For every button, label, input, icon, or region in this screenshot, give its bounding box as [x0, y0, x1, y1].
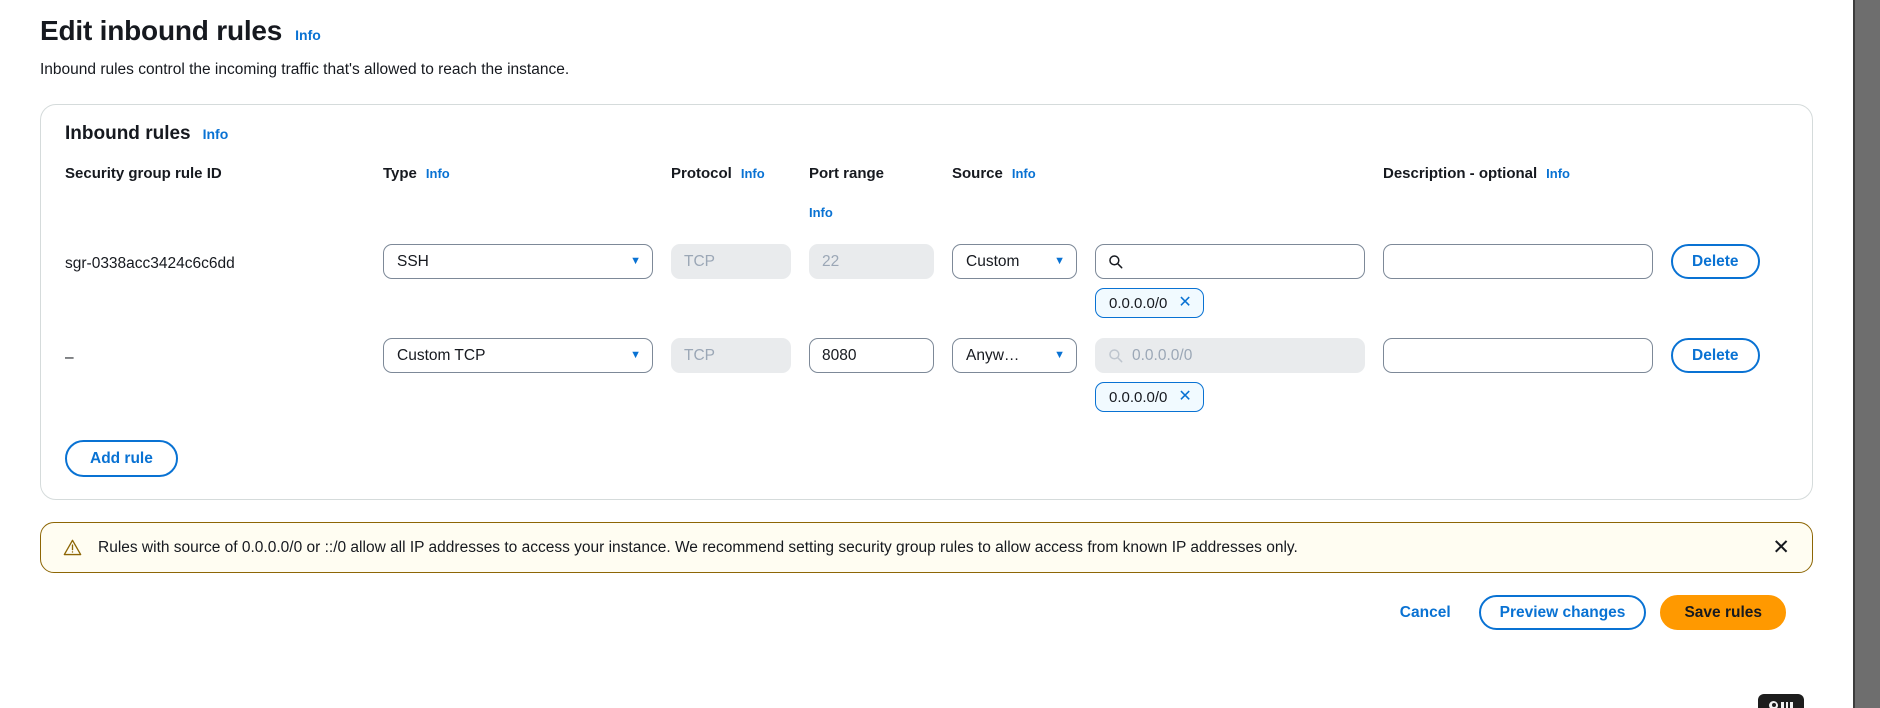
source-info-link[interactable]: Info: [1012, 166, 1036, 181]
rules-table: Security group rule ID Type Info Protoco…: [65, 165, 1788, 412]
table-row-1-source-kind-cell: Custom ▼: [952, 244, 1077, 279]
page-title: Edit inbound rules: [40, 15, 283, 46]
rule-row-spacer: [65, 318, 1788, 338]
record-dot-icon: [1769, 700, 1779, 708]
search-icon: [1109, 255, 1123, 269]
type-info-link[interactable]: Info: [426, 166, 450, 181]
column-header-type: Type Info: [383, 165, 653, 186]
card-title: Inbound rules: [65, 123, 191, 144]
type-select-row-1-value: SSH: [397, 252, 429, 270]
table-row-1-description-cell: [1383, 244, 1653, 279]
table-row-2-rule-id: –: [65, 349, 74, 366]
type-select-row-1[interactable]: SSH ▼: [383, 244, 653, 279]
type-select-row-2[interactable]: Custom TCP ▼: [383, 338, 653, 373]
card-header: Inbound rules Info: [65, 123, 1788, 145]
table-row-1-protocol-cell: TCP: [671, 244, 791, 279]
waveform-icon: [1781, 701, 1793, 708]
footer-actions: Cancel Preview changes Save rules: [0, 595, 1813, 630]
table-row-2-source-kind-cell: Anyw… ▼: [952, 338, 1077, 373]
source-token-row-2[interactable]: 0.0.0.0/0 ✕: [1095, 382, 1204, 412]
column-header-description-label: Description - optional: [1383, 165, 1538, 182]
table-row-1-source-value-cell: 0.0.0.0/0 ✕: [1095, 244, 1365, 318]
warning-triangle-icon: [63, 539, 82, 556]
delete-button-row-2[interactable]: Delete: [1671, 338, 1760, 373]
page-header: Edit inbound rules Info Inbound rules co…: [0, 0, 1853, 80]
port-range-input-row-1: 22: [809, 244, 934, 279]
warning-alert: Rules with source of 0.0.0.0/0 or ::/0 a…: [40, 522, 1813, 573]
description-info-link[interactable]: Info: [1546, 166, 1570, 181]
protocol-info-link[interactable]: Info: [741, 166, 765, 181]
column-header-port-range: Port range Info: [809, 165, 934, 224]
preview-changes-button[interactable]: Preview changes: [1478, 595, 1647, 630]
column-header-source: Source Info: [952, 165, 1077, 186]
column-header-port-range-label: Port range: [809, 165, 885, 182]
source-type-select-row-1[interactable]: Custom ▼: [952, 244, 1077, 279]
page-info-link[interactable]: Info: [295, 27, 321, 43]
page-description: Inbound rules control the incoming traff…: [40, 61, 570, 78]
delete-button-row-1[interactable]: Delete: [1671, 244, 1760, 279]
source-token-row-1[interactable]: 0.0.0.0/0 ✕: [1095, 288, 1204, 318]
column-header-protocol: Protocol Info: [671, 165, 791, 186]
header-row-spacer: [65, 224, 1788, 244]
port-range-input-row-2-value: 8080: [822, 346, 857, 364]
port-range-info-link[interactable]: Info: [809, 205, 934, 220]
table-row-1-port-cell: 22: [809, 244, 934, 279]
port-range-input-row-1-value: 22: [822, 252, 840, 270]
protocol-input-row-2: TCP: [671, 338, 791, 373]
column-header-rule-id-label: Security group rule ID: [65, 165, 222, 182]
column-header-type-label: Type: [383, 165, 417, 182]
remove-token-icon[interactable]: ✕: [1178, 295, 1191, 311]
vertical-scrollbar[interactable]: [1853, 0, 1880, 708]
inbound-rules-card: Inbound rules Info Security group rule I…: [40, 104, 1813, 500]
chevron-down-icon: ▼: [630, 349, 641, 361]
column-header-actions: [1671, 165, 1788, 169]
chevron-down-icon: ▼: [1054, 255, 1065, 267]
search-icon: [1109, 349, 1123, 363]
table-row-2-protocol-cell: TCP: [671, 338, 791, 373]
column-header-source-label: Source: [952, 165, 1003, 182]
type-select-row-2-value: Custom TCP: [397, 346, 486, 364]
add-rule-row: Add rule: [65, 440, 1788, 477]
close-icon[interactable]: ✕: [1770, 537, 1792, 558]
protocol-input-row-2-value: TCP: [684, 346, 715, 364]
source-type-select-row-1-value: Custom: [966, 252, 1020, 270]
column-header-description: Description - optional Info: [1383, 165, 1653, 186]
column-header-protocol-label: Protocol: [671, 165, 732, 182]
source-token-row-2-label: 0.0.0.0/0: [1109, 388, 1168, 406]
table-row-2-description-cell: [1383, 338, 1653, 373]
description-input-row-1[interactable]: [1383, 244, 1653, 279]
source-search-input-row-2: 0.0.0.0/0: [1095, 338, 1365, 373]
port-range-input-row-2[interactable]: 8080: [809, 338, 934, 373]
protocol-input-row-1: TCP: [671, 244, 791, 279]
source-token-row-1-label: 0.0.0.0/0: [1109, 294, 1168, 312]
source-search-input-row-1[interactable]: [1095, 244, 1365, 279]
source-type-select-row-2[interactable]: Anyw… ▼: [952, 338, 1077, 373]
app-root: Edit inbound rules Info Inbound rules co…: [0, 0, 1880, 708]
table-row-1-rule-id: sgr-0338acc3424c6c6dd: [65, 255, 235, 272]
description-input-row-2[interactable]: [1383, 338, 1653, 373]
chevron-down-icon: ▼: [630, 255, 641, 267]
table-row-2-type-cell: Custom TCP ▼: [383, 338, 653, 373]
floating-recorder-widget[interactable]: [1758, 694, 1804, 708]
page-content: Edit inbound rules Info Inbound rules co…: [0, 0, 1853, 630]
remove-token-icon[interactable]: ✕: [1178, 389, 1191, 405]
chevron-down-icon: ▼: [1054, 349, 1065, 361]
save-rules-button[interactable]: Save rules: [1660, 595, 1786, 630]
table-row-2-port-cell: 8080: [809, 338, 934, 373]
column-header-rule-id: Security group rule ID: [65, 165, 365, 186]
table-row-2-actions-cell: Delete: [1671, 338, 1788, 373]
table-row-1-actions-cell: Delete: [1671, 244, 1788, 279]
source-type-select-row-2-value: Anyw…: [966, 346, 1020, 364]
page-title-row: Edit inbound rules Info: [40, 14, 1853, 48]
card-info-link[interactable]: Info: [203, 126, 229, 142]
source-search-input-row-2-placeholder: 0.0.0.0/0: [1132, 346, 1193, 364]
cancel-button[interactable]: Cancel: [1386, 595, 1465, 630]
add-rule-button[interactable]: Add rule: [65, 440, 178, 477]
table-row-1-type-cell: SSH ▼: [383, 244, 653, 279]
table-row-2-source-value-cell: 0.0.0.0/0 0.0.0.0/0 ✕: [1095, 338, 1365, 412]
protocol-input-row-1-value: TCP: [684, 252, 715, 270]
column-header-source-value: [1095, 165, 1365, 169]
warning-alert-message: Rules with source of 0.0.0.0/0 or ::/0 a…: [98, 539, 1298, 556]
